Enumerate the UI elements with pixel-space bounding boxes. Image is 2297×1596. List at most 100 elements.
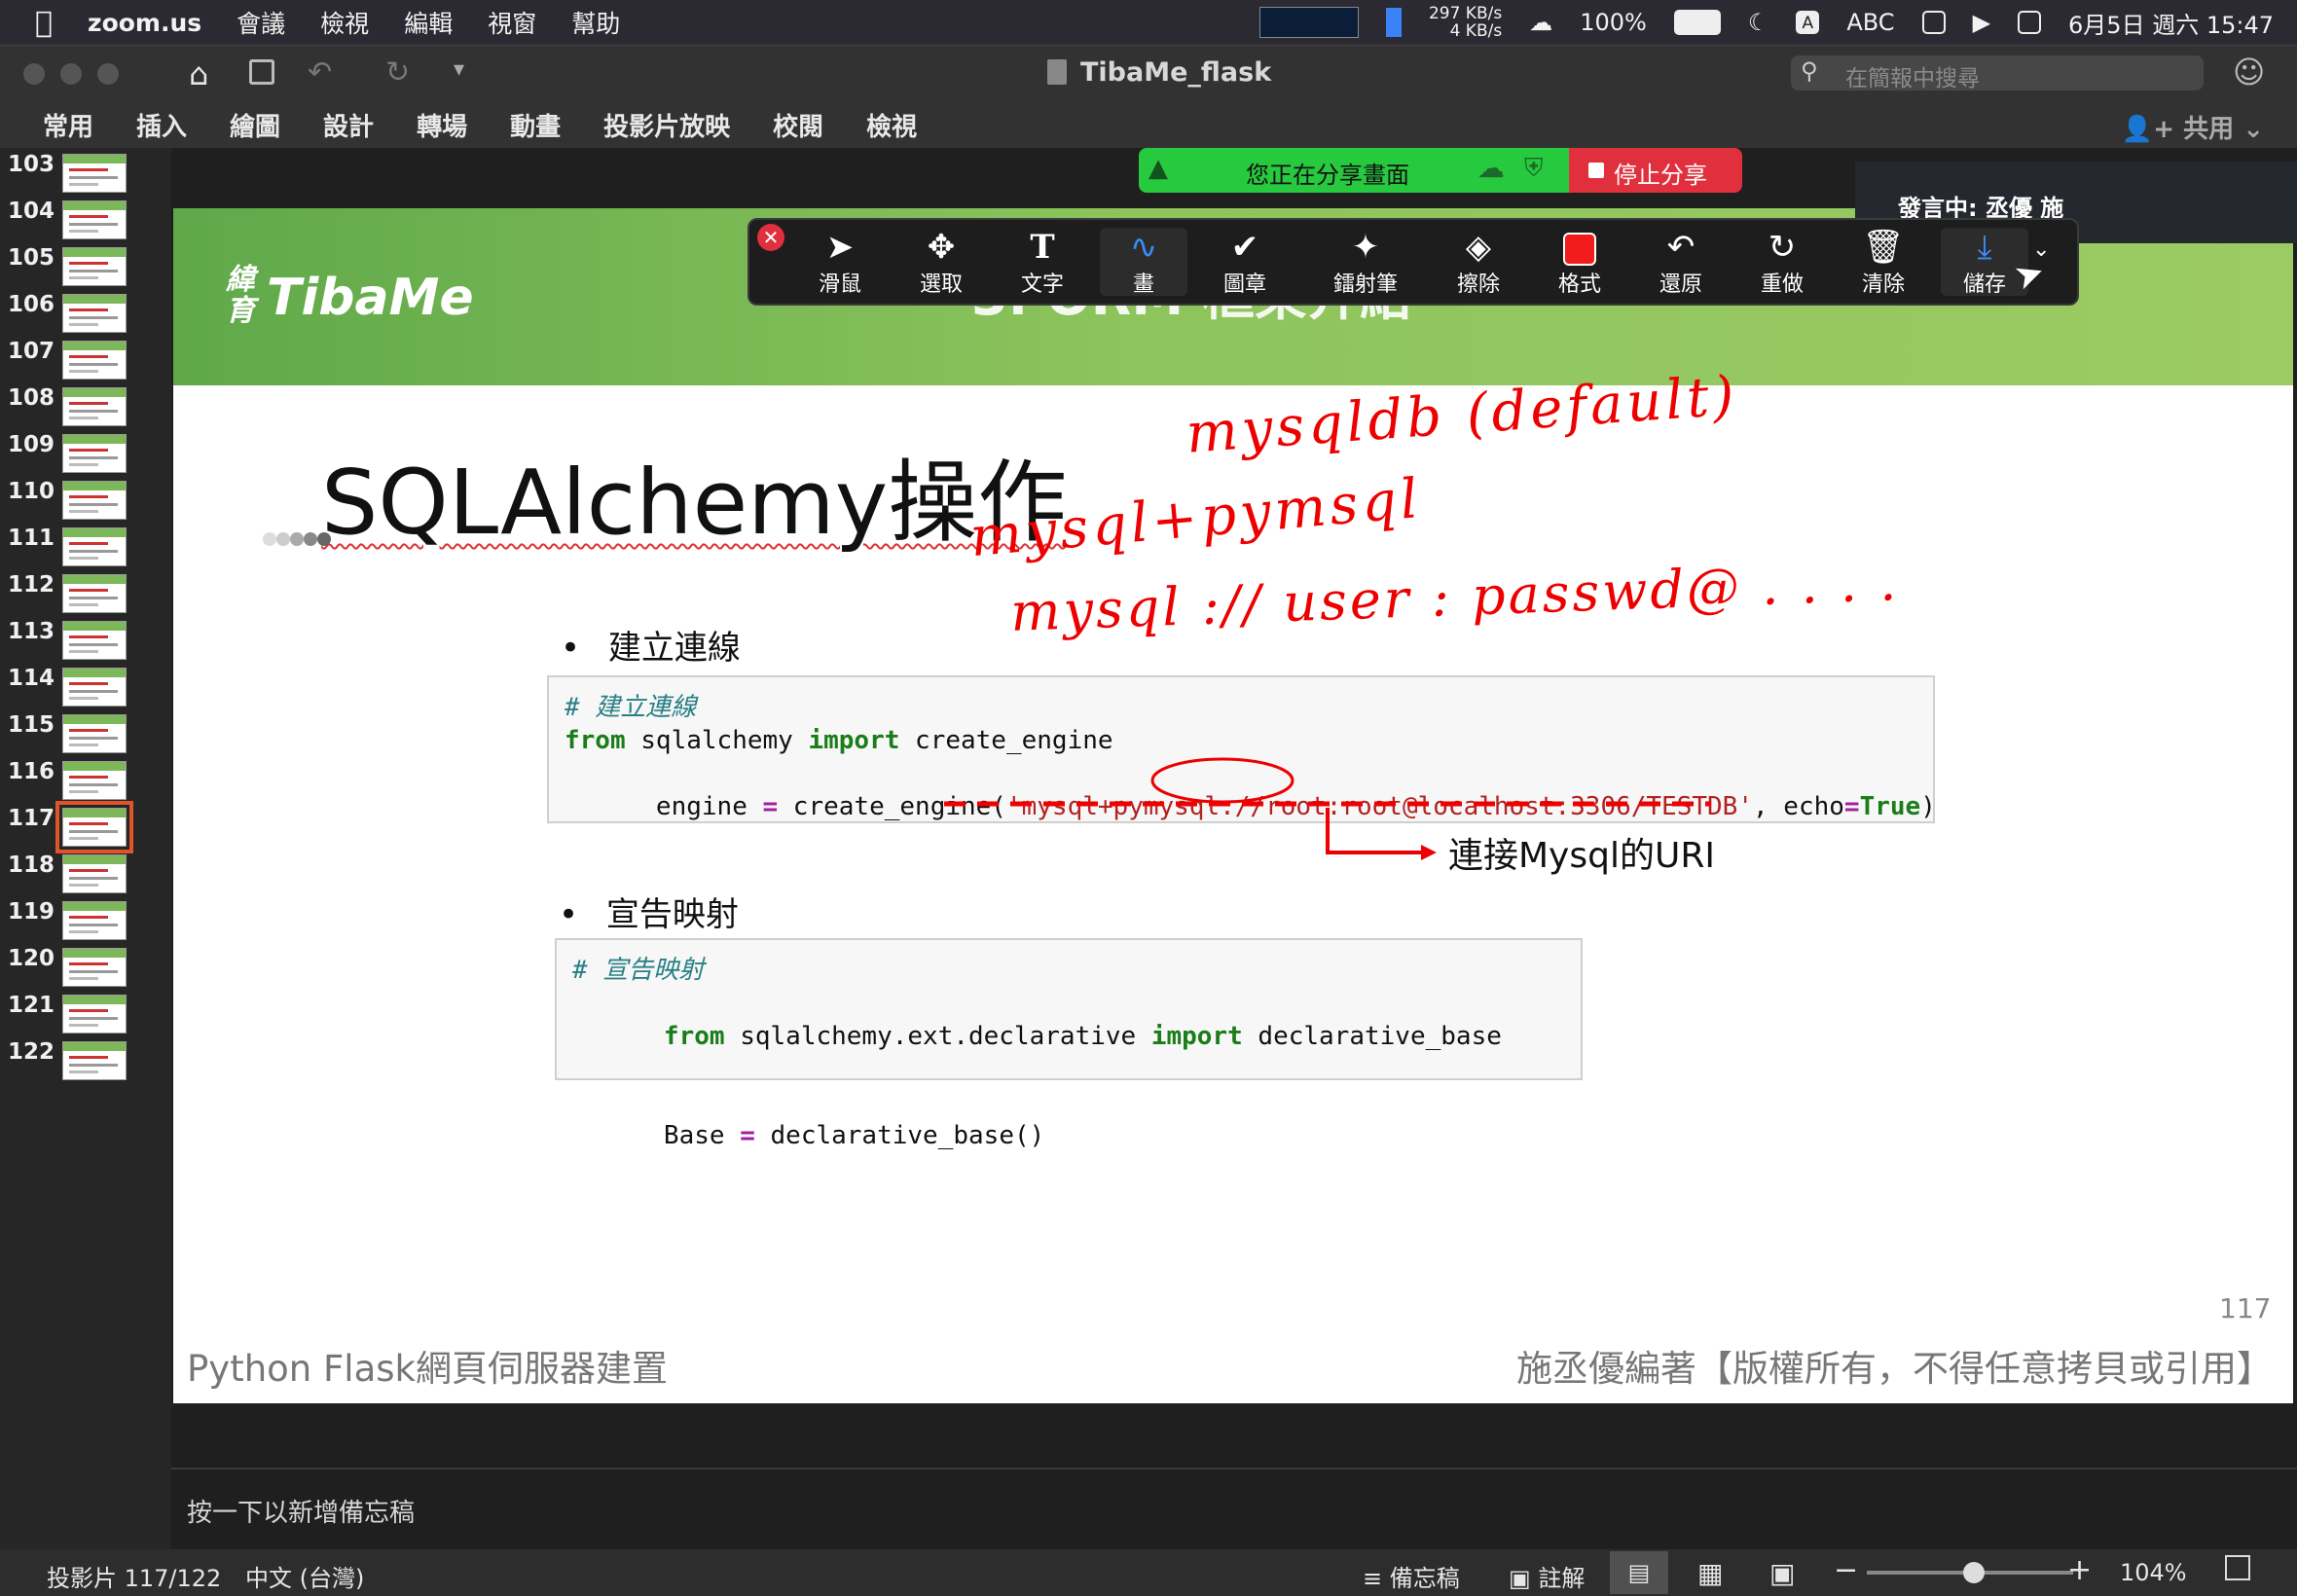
input-source-icon[interactable]: A bbox=[1796, 11, 1820, 34]
add-person-icon: 👤+ bbox=[2121, 115, 2175, 144]
zoom-slider-knob[interactable] bbox=[1963, 1562, 1986, 1583]
tool-clear[interactable]: 🗑 清除 bbox=[1840, 228, 1927, 298]
thumbnail-number: 108 bbox=[8, 385, 55, 411]
share-button[interactable]: 👤+ 共用 ⌄ bbox=[2122, 109, 2264, 145]
tool-label: 重做 bbox=[1760, 272, 1804, 297]
slide-thumbnail-panel: 103 104 105 106 107 108 109 110 111 112 113 114 115 1… bbox=[0, 148, 171, 1549]
menu-meeting[interactable]: 會議 bbox=[237, 5, 285, 40]
menu-help[interactable]: 幫助 bbox=[571, 5, 620, 40]
zoom-in-button[interactable]: + bbox=[2067, 1553, 2092, 1587]
tool-redo[interactable]: ↻ 重做 bbox=[1738, 228, 1826, 298]
tab-slideshow[interactable]: 投影片放映 bbox=[603, 107, 730, 143]
customize-icon[interactable]: ▾ bbox=[454, 57, 464, 82]
slide-page-number: 117 bbox=[2219, 1292, 2272, 1324]
tab-design[interactable]: 設計 bbox=[323, 107, 374, 143]
minimize-window-button[interactable] bbox=[60, 63, 82, 85]
datetime-clock[interactable]: 6月5日 週六 15:47 bbox=[2068, 6, 2274, 40]
redo-icon[interactable]: ↻ bbox=[385, 55, 410, 90]
slide-thumbnail[interactable] bbox=[62, 527, 127, 566]
battery-icon[interactable] bbox=[1673, 10, 1721, 35]
battery-text[interactable]: 100% bbox=[1580, 9, 1647, 36]
zoom-window-button[interactable] bbox=[97, 63, 119, 85]
slide-thumbnail[interactable] bbox=[62, 995, 127, 1034]
menu-view[interactable]: 檢視 bbox=[320, 5, 369, 40]
slide-thumbnail[interactable] bbox=[62, 714, 127, 753]
slide-thumbnail[interactable] bbox=[62, 387, 127, 426]
slide-thumbnail[interactable] bbox=[62, 154, 127, 193]
sharing-status: ▲ 您正在分享畫面 ☁ ⛨ bbox=[1139, 148, 1569, 193]
slide-thumbnail[interactable] bbox=[62, 247, 127, 286]
tool-draw[interactable]: ∿ 畫 bbox=[1100, 228, 1187, 297]
undo-icon[interactable]: ↶ bbox=[308, 55, 332, 90]
upload-icon[interactable]: ☁ bbox=[1529, 9, 1552, 36]
tool-mouse[interactable]: ➤ 滑鼠 bbox=[796, 228, 884, 298]
smiley-feedback-icon[interactable]: ☺ bbox=[2233, 54, 2265, 91]
apple-icon[interactable]:  bbox=[35, 6, 53, 40]
memory-icon[interactable] bbox=[1385, 8, 1402, 37]
tab-view[interactable]: 檢視 bbox=[866, 107, 917, 143]
app-menu[interactable]: zoom.us bbox=[88, 9, 201, 37]
slide-thumbnail[interactable] bbox=[62, 761, 127, 800]
tool-format[interactable]: 格式 bbox=[1536, 228, 1623, 298]
screen-mirror-icon[interactable] bbox=[1921, 11, 1946, 34]
tool-text[interactable]: T 文字 bbox=[999, 228, 1086, 298]
comments-button[interactable]: ▣ 註解 bbox=[1509, 1559, 1585, 1593]
tab-insert[interactable]: 插入 bbox=[136, 107, 187, 143]
fit-to-window-icon[interactable] bbox=[2225, 1555, 2250, 1580]
tool-eraser[interactable]: ◈ 擦除 bbox=[1435, 228, 1522, 298]
normal-view-icon[interactable]: ▤ bbox=[1610, 1551, 1668, 1594]
tab-draw[interactable]: 繪圖 bbox=[230, 107, 280, 143]
tab-transitions[interactable]: 轉場 bbox=[417, 107, 467, 143]
network-meter[interactable]: 297 KB/s 4 KB/s bbox=[1429, 5, 1502, 40]
language-indicator[interactable]: 中文 (台灣) bbox=[245, 1559, 364, 1593]
menu-window[interactable]: 視窗 bbox=[488, 5, 536, 40]
tab-animations[interactable]: 動畫 bbox=[510, 107, 561, 143]
tab-home[interactable]: 常用 bbox=[43, 107, 93, 143]
moon-icon[interactable]: ☾ bbox=[1748, 9, 1769, 36]
slide-thumbnail[interactable] bbox=[62, 481, 127, 520]
presenter-view-icon[interactable]: ▣ bbox=[1769, 1557, 1795, 1589]
slide-thumbnail[interactable] bbox=[62, 200, 127, 239]
code-comment-2: # 宣告映射 bbox=[572, 956, 705, 985]
grid-view-icon[interactable]: ▦ bbox=[1697, 1557, 1723, 1589]
tool-undo[interactable]: ↶ 還原 bbox=[1637, 228, 1725, 298]
close-toolbar-icon[interactable]: ✕ bbox=[757, 224, 784, 251]
close-window-button[interactable] bbox=[23, 63, 45, 85]
notes-toggle-button[interactable]: ≡ 備忘稿 bbox=[1363, 1559, 1460, 1593]
slide-thumbnail[interactable] bbox=[62, 341, 127, 380]
slide-thumbnail[interactable] bbox=[62, 574, 127, 613]
search-field[interactable]: ⚲ 在簡報中搜尋 bbox=[1791, 55, 2204, 91]
shield-icon: ⛨ bbox=[1524, 154, 1544, 183]
slide-thumbnail[interactable] bbox=[62, 668, 127, 707]
home-icon[interactable]: ⌂ bbox=[189, 55, 208, 92]
slide-thumbnail[interactable] bbox=[62, 901, 127, 940]
tab-review[interactable]: 校閱 bbox=[773, 107, 823, 143]
slide-canvas[interactable]: 緯育 TibaMe 3. ORM 框架介紹 SQLAlchemy操作 • 建立連… bbox=[173, 208, 2293, 1403]
stop-share-button[interactable]: 停止分享 bbox=[1569, 148, 1742, 193]
slide-thumbnail[interactable] bbox=[62, 294, 127, 333]
import-name-2: declarative_base bbox=[1242, 1022, 1502, 1051]
slide-thumbnail[interactable] bbox=[62, 434, 127, 473]
tool-spotlight[interactable]: ✦ 鐳射筆 bbox=[1322, 228, 1409, 298]
input-method-label[interactable]: ABC bbox=[1846, 9, 1894, 36]
cpu-meter-icon[interactable] bbox=[1258, 7, 1359, 38]
zoom-slider[interactable] bbox=[1867, 1562, 2073, 1583]
stop-share-label: 停止分享 bbox=[1614, 162, 1707, 189]
play-icon[interactable]: ▶ bbox=[1973, 9, 1990, 36]
tool-stamp[interactable]: ✔ 圖章 bbox=[1201, 228, 1289, 298]
slide-thumbnail[interactable] bbox=[62, 854, 127, 893]
tool-select[interactable]: ✥ 選取 bbox=[897, 228, 985, 298]
zoom-out-button[interactable]: − bbox=[1834, 1553, 1858, 1587]
control-center-icon[interactable] bbox=[2018, 11, 2042, 34]
thumbnail-number: 117 bbox=[8, 806, 55, 831]
save-icon[interactable] bbox=[249, 59, 274, 85]
slide-thumbnail[interactable] bbox=[62, 948, 127, 987]
undo-arrow-icon: ↶ bbox=[1666, 228, 1695, 267]
notes-pane[interactable]: 按一下以新增備忘稿 bbox=[171, 1468, 2297, 1551]
code-line-import-2: from sqlalchemy.ext.declarative import d… bbox=[572, 987, 1565, 1086]
slide-thumbnail[interactable] bbox=[62, 1041, 127, 1080]
slide-thumbnail[interactable] bbox=[55, 801, 133, 853]
menu-edit[interactable]: 編輯 bbox=[404, 5, 453, 40]
zoom-level[interactable]: 104% bbox=[2120, 1559, 2187, 1586]
slide-thumbnail[interactable] bbox=[62, 621, 127, 660]
